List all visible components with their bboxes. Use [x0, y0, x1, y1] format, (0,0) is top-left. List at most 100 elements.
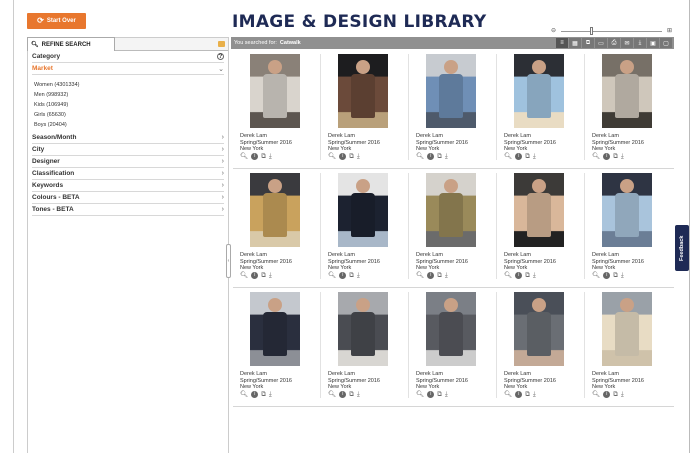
info-icon[interactable]: i — [339, 272, 347, 279]
info-icon[interactable]: i — [251, 272, 259, 279]
chevron-right-icon[interactable]: › — [222, 158, 224, 165]
zoom-icon[interactable]: 🔍︎ — [592, 272, 600, 279]
zoom-icon[interactable]: 🔍︎ — [328, 153, 336, 160]
result-card[interactable]: Derek Lam Spring/Summer 2016 New York 🔍︎ i ⧉ ⤓ — [409, 169, 497, 287]
sidebar-collapse-handle[interactable]: ‹ — [226, 244, 231, 278]
download-icon[interactable]: ⤓ — [445, 272, 448, 279]
catwalk-image[interactable] — [602, 173, 652, 247]
info-icon[interactable]: i — [603, 391, 611, 398]
compare-icon[interactable]: ⧉ — [261, 391, 266, 398]
download-icon[interactable]: ⤓ — [621, 153, 624, 160]
compare-icon[interactable]: ⧉ — [613, 272, 618, 279]
catwalk-image[interactable] — [250, 292, 300, 366]
info-icon[interactable]: i — [515, 272, 523, 279]
zoom-icon[interactable]: 🔍︎ — [592, 391, 600, 398]
catwalk-image[interactable] — [338, 173, 388, 247]
result-card[interactable]: Derek Lam Spring/Summer 2016 New York 🔍︎ i ⧉ ⤓ — [409, 50, 497, 168]
filter-section-category[interactable]: Category? — [32, 51, 224, 63]
email-icon[interactable]: ✉ — [621, 38, 633, 48]
info-icon[interactable]: i — [603, 272, 611, 279]
print-icon[interactable]: ⎙ — [608, 38, 620, 48]
catwalk-image[interactable] — [250, 173, 300, 247]
zoom-icon[interactable]: 🔍︎ — [240, 272, 248, 279]
download-icon[interactable]: ⤓ — [621, 272, 624, 279]
help-icon[interactable]: ? — [217, 53, 224, 60]
market-option[interactable]: Boys (20404) — [34, 120, 222, 130]
catwalk-image[interactable] — [602, 292, 652, 366]
compare-icon[interactable]: ⧉ — [261, 272, 266, 279]
compare-icon[interactable]: ⧉ — [349, 153, 354, 160]
download-icon[interactable]: ⤓ — [357, 272, 360, 279]
download-icon[interactable]: ⤓ — [533, 153, 536, 160]
zoom-icon[interactable]: 🔍︎ — [504, 391, 512, 398]
compare-icon[interactable]: ⧉ — [349, 272, 354, 279]
list-view-icon[interactable]: ≡ — [556, 38, 568, 48]
download-icon[interactable]: ⤓ — [269, 153, 272, 160]
zoom-icon[interactable]: 🔍︎ — [416, 391, 424, 398]
present-icon[interactable]: ▢ — [660, 38, 672, 48]
result-card[interactable]: Derek Lam Spring/Summer 2016 New York 🔍︎ i ⧉ ⤓ — [321, 169, 409, 287]
zoom-in-icon[interactable]: ⊞ — [667, 27, 672, 35]
zoom-icon[interactable]: 🔍︎ — [504, 272, 512, 279]
zoom-handle[interactable] — [589, 27, 593, 35]
filter-section-designer[interactable]: Designer › — [32, 156, 224, 168]
zoom-slider[interactable]: ⊖ ⊞ — [551, 27, 672, 37]
market-option[interactable]: Women (4301334) — [34, 80, 222, 90]
compare-icon[interactable]: ⧉ — [525, 272, 530, 279]
catwalk-image[interactable] — [426, 173, 476, 247]
catwalk-image[interactable] — [514, 173, 564, 247]
compare-icon[interactable]: ⧉ — [525, 153, 530, 160]
market-option[interactable]: Girls (65630) — [34, 110, 222, 120]
result-card[interactable]: Derek Lam Spring/Summer 2016 New York 🔍︎ i ⧉ ⤓ — [497, 169, 585, 287]
compare-icon[interactable]: ⧉ — [525, 391, 530, 398]
info-icon[interactable]: i — [427, 153, 435, 160]
chevron-down-icon[interactable]: ⌄ — [218, 65, 224, 73]
zoom-icon[interactable]: 🔍︎ — [328, 391, 336, 398]
save-icon[interactable]: ▣ — [647, 38, 659, 48]
download-icon[interactable]: ⤓ — [357, 391, 360, 398]
grid-view-icon[interactable]: ▦ — [569, 38, 581, 48]
catwalk-image[interactable] — [426, 292, 476, 366]
catwalk-image[interactable] — [514, 54, 564, 128]
info-icon[interactable]: i — [427, 272, 435, 279]
filter-section-keywords[interactable]: Keywords › — [32, 180, 224, 192]
chevron-right-icon[interactable]: › — [222, 182, 224, 189]
download-icon[interactable]: ⤓ — [634, 38, 646, 48]
result-card[interactable]: Derek Lam Spring/Summer 2016 New York 🔍︎ i ⧉ ⤓ — [585, 288, 673, 406]
market-option[interactable]: Men (998932) — [34, 90, 222, 100]
filter-section-market[interactable]: Market ⌄ — [32, 63, 224, 75]
compare-icon[interactable]: ⧉ — [437, 391, 442, 398]
result-card[interactable]: Derek Lam Spring/Summer 2016 New York 🔍︎ i ⧉ ⤓ — [321, 50, 409, 168]
download-icon[interactable]: ⤓ — [533, 391, 536, 398]
download-icon[interactable]: ⤓ — [357, 153, 360, 160]
download-icon[interactable]: ⤓ — [621, 391, 624, 398]
folder-add-icon[interactable]: ▭ — [595, 38, 607, 48]
download-icon[interactable]: ⤓ — [445, 153, 448, 160]
compare-icon[interactable]: ⧉ — [261, 153, 266, 160]
zoom-icon[interactable]: 🔍︎ — [240, 153, 248, 160]
catwalk-image[interactable] — [338, 54, 388, 128]
filter-section-classification[interactable]: Classification › — [32, 168, 224, 180]
catwalk-image[interactable] — [250, 54, 300, 128]
filter-section-colours-beta[interactable]: Colours - BETA › — [32, 192, 224, 204]
info-icon[interactable]: i — [515, 391, 523, 398]
download-icon[interactable]: ⤓ — [445, 391, 448, 398]
info-icon[interactable]: i — [515, 153, 523, 160]
chevron-right-icon[interactable]: › — [222, 134, 224, 141]
refine-search-tab[interactable]: 🔍︎ REFINE SEARCH — [27, 37, 115, 51]
zoom-track[interactable] — [561, 31, 662, 32]
feedback-tab[interactable]: Feedback — [675, 225, 689, 271]
result-card[interactable]: Derek Lam Spring/Summer 2016 New York 🔍︎ i ⧉ ⤓ — [585, 50, 673, 168]
zoom-icon[interactable]: 🔍︎ — [416, 153, 424, 160]
zoom-icon[interactable]: 🔍︎ — [592, 153, 600, 160]
folder-icon[interactable] — [218, 41, 225, 47]
zoom-icon[interactable]: 🔍︎ — [240, 391, 248, 398]
info-icon[interactable]: i — [339, 391, 347, 398]
result-card[interactable]: Derek Lam Spring/Summer 2016 New York 🔍︎ i ⧉ ⤓ — [233, 50, 321, 168]
market-option[interactable]: Kids (106949) — [34, 100, 222, 110]
chevron-right-icon[interactable]: › — [222, 146, 224, 153]
zoom-icon[interactable]: 🔍︎ — [504, 153, 512, 160]
result-card[interactable]: Derek Lam Spring/Summer 2016 New York 🔍︎ i ⧉ ⤓ — [585, 169, 673, 287]
result-card[interactable]: Derek Lam Spring/Summer 2016 New York 🔍︎ i ⧉ ⤓ — [233, 169, 321, 287]
chevron-right-icon[interactable]: › — [222, 206, 224, 213]
